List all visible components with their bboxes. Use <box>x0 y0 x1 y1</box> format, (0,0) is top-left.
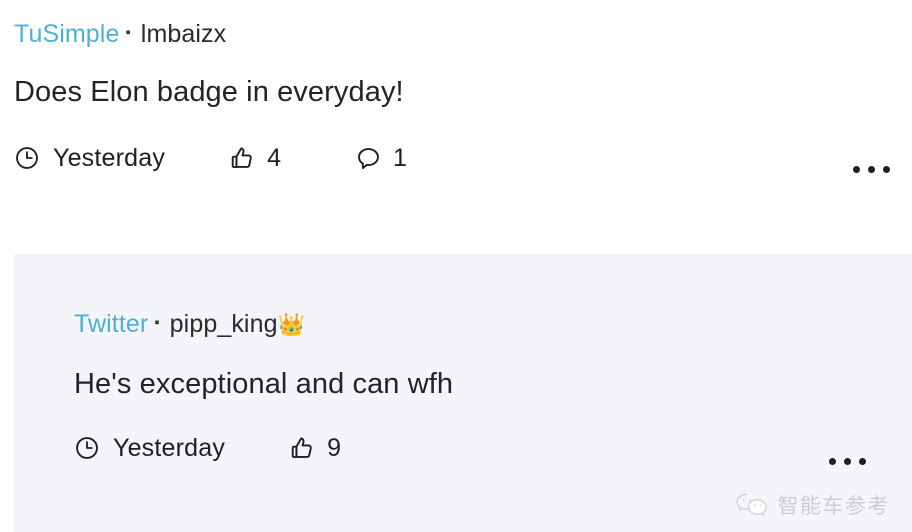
post-like-button[interactable]: 4 <box>229 144 281 173</box>
reply-timestamp: Yesterday <box>74 434 225 463</box>
watermark-text: 智能车参考 <box>777 494 890 518</box>
more-options-icon <box>883 166 890 173</box>
reply-action-row: Yesterday 9 <box>74 434 892 463</box>
post-comment-button[interactable]: 1 <box>355 144 407 173</box>
post-timestamp: Yesterday <box>14 144 165 173</box>
post-meta: TuSimple ▪ lmbaizx <box>14 22 892 47</box>
post-like-count: 4 <box>267 143 281 172</box>
more-options-icon <box>829 458 836 465</box>
blind-post-screen: TuSimple ▪ lmbaizx Does Elon badge in ev… <box>0 0 912 532</box>
thumbs-up-icon <box>289 435 316 462</box>
reply-meta: Twitter ▪ pipp_king 👑 <box>74 312 892 337</box>
reply-company-link[interactable]: Twitter <box>74 312 148 337</box>
crown-emoji-icon: 👑 <box>277 311 305 337</box>
post-comment-count: 1 <box>392 143 407 172</box>
more-options-icon <box>844 458 851 465</box>
reply-like-count: 9 <box>327 433 341 462</box>
reply-username[interactable]: pipp_king <box>170 312 278 337</box>
post-more-options-button[interactable] <box>853 166 890 173</box>
reply-more-options-button[interactable] <box>829 458 866 465</box>
post-username[interactable]: lmbaizx <box>141 22 226 47</box>
separator-dot-icon: ▪ <box>154 314 160 331</box>
wechat-watermark: 智能车参考 <box>735 490 891 520</box>
wechat-logo-icon <box>735 491 769 519</box>
primary-post: TuSimple ▪ lmbaizx Does Elon badge in ev… <box>0 0 912 234</box>
post-company-link[interactable]: TuSimple <box>14 22 119 47</box>
separator-dot-icon: ▪ <box>125 24 131 41</box>
more-options-icon <box>868 166 875 173</box>
reply-body-text: He's exceptional and can wfh <box>74 368 454 400</box>
post-timestamp-label: Yesterday <box>53 143 166 172</box>
more-options-icon <box>853 166 860 173</box>
comment-bubble-icon <box>355 145 382 172</box>
reply-comment-card: Twitter ▪ pipp_king 👑 He's exceptional a… <box>14 254 912 532</box>
thumbs-up-icon <box>229 145 256 172</box>
post-body-text: Does Elon badge in everyday! <box>14 76 404 108</box>
clock-icon <box>14 145 40 171</box>
reply-like-button[interactable]: 9 <box>289 434 341 463</box>
post-action-row: Yesterday 4 1 <box>14 144 892 173</box>
more-options-icon <box>859 458 866 465</box>
reply-timestamp-label: Yesterday <box>113 433 226 462</box>
clock-icon <box>74 435 100 461</box>
